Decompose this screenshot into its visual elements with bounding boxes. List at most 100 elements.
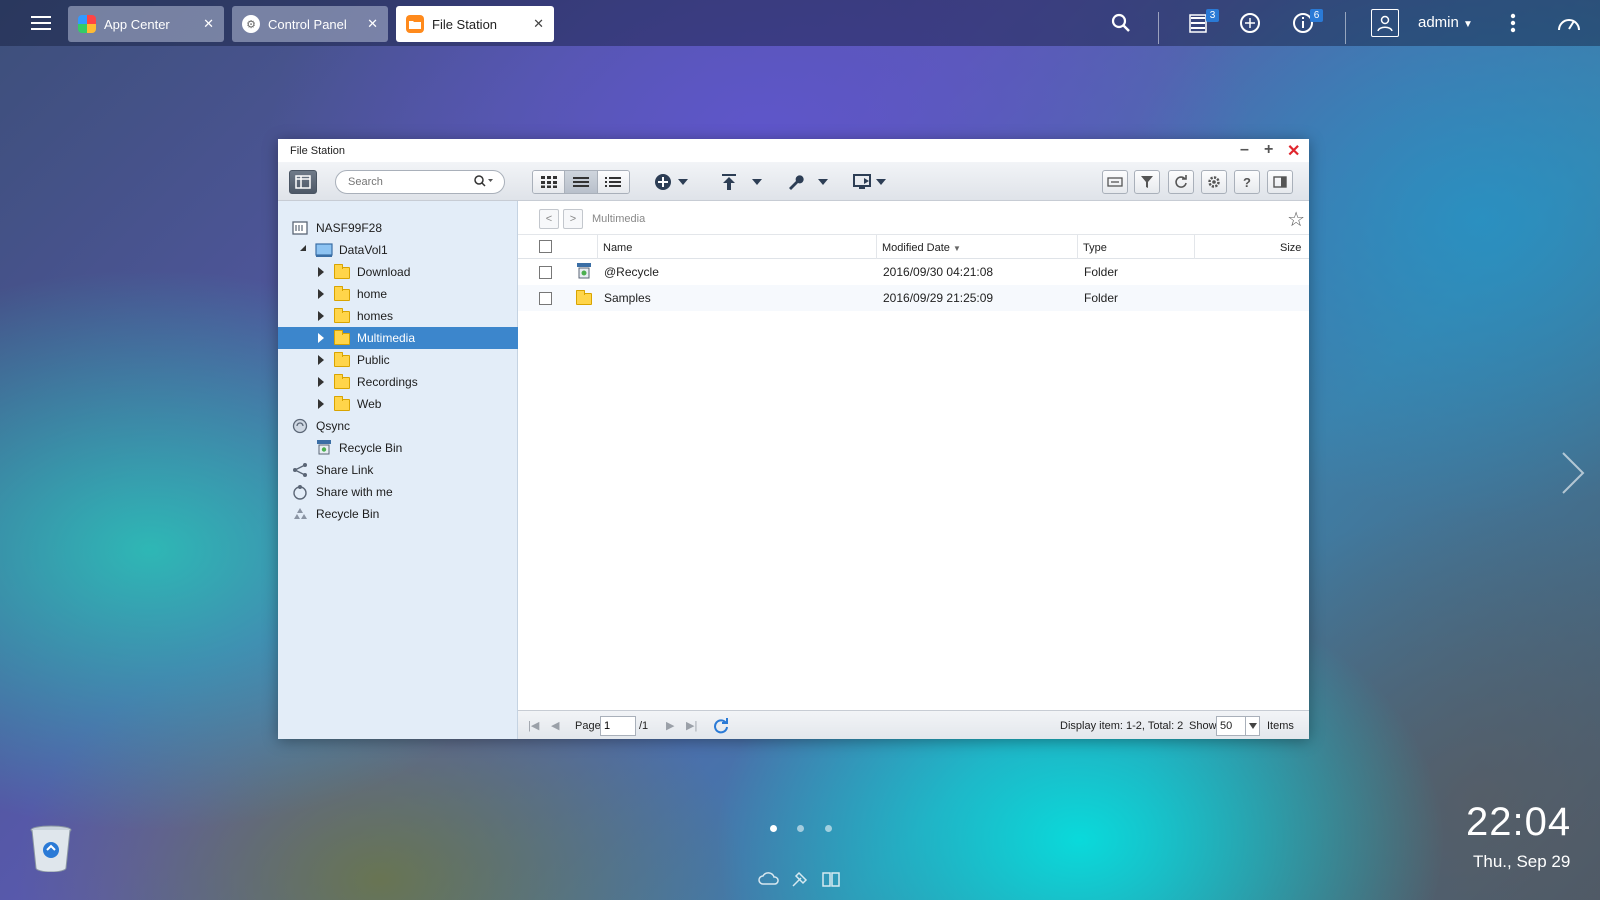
tree-item-datavol1[interactable]: DataVol1: [278, 239, 518, 261]
table-row[interactable]: @Recycle 2016/09/30 04:21:08 Folder: [518, 259, 1309, 285]
page-input[interactable]: [600, 716, 636, 736]
more-options-icon[interactable]: [1501, 11, 1525, 35]
list-view-button[interactable]: [565, 171, 598, 193]
folder-icon: [406, 15, 424, 33]
refresh-icon[interactable]: [713, 718, 729, 734]
page-dot[interactable]: [797, 825, 804, 832]
tree-item-recordings[interactable]: Recordings: [278, 371, 518, 393]
tree-item-web[interactable]: Web: [278, 393, 518, 415]
tab-app-center[interactable]: App Center ✕: [68, 6, 224, 42]
tree-item-qsync-recycle-bin[interactable]: Recycle Bin: [278, 437, 518, 459]
tree-item-home[interactable]: home: [278, 283, 518, 305]
toggle-sidebar-button[interactable]: [289, 170, 317, 194]
thumbnail-view-button[interactable]: [533, 171, 566, 193]
expand-arrow-icon[interactable]: [318, 267, 324, 277]
page-dot[interactable]: [825, 825, 832, 832]
back-button[interactable]: <: [539, 209, 559, 229]
expand-arrow-icon[interactable]: [318, 377, 324, 387]
cloud-icon[interactable]: [758, 872, 780, 886]
tab-control-panel[interactable]: ⚙ Control Panel ✕: [232, 6, 388, 42]
tree-item-share-with-me[interactable]: Share with me: [278, 481, 518, 503]
expand-arrow-icon[interactable]: [318, 311, 324, 321]
user-menu[interactable]: admin ▼: [1418, 14, 1473, 31]
create-button[interactable]: [654, 172, 688, 192]
search-input[interactable]: [348, 176, 466, 188]
close-icon[interactable]: ✕: [203, 16, 214, 32]
expand-arrow-icon[interactable]: [318, 399, 324, 409]
search-field[interactable]: [335, 170, 505, 194]
expand-arrow-icon[interactable]: [318, 333, 324, 343]
tree-label: Qsync: [316, 419, 351, 433]
divider: [1158, 12, 1159, 44]
tools-icon[interactable]: [791, 870, 809, 888]
book-icon[interactable]: [822, 870, 840, 888]
select-all-checkbox[interactable]: [539, 240, 552, 253]
star-icon[interactable]: ☆: [1287, 207, 1305, 232]
wrench-icon: [789, 175, 804, 190]
expand-arrow-icon[interactable]: [318, 289, 324, 299]
show-label: Show: [1189, 720, 1217, 732]
column-modified-date[interactable]: Modified Date ▼: [882, 242, 961, 254]
chevron-right-icon: >: [569, 213, 577, 225]
external-device-icon[interactable]: [1238, 11, 1262, 35]
file-type: Folder: [1084, 265, 1119, 279]
table-row[interactable]: Samples 2016/09/29 21:25:09 Folder: [518, 285, 1309, 311]
tree-label: Recycle Bin: [339, 441, 403, 455]
remote-mount-button[interactable]: [1102, 170, 1128, 194]
tab-label: File Station: [432, 16, 498, 32]
info-panel-button[interactable]: [1267, 170, 1293, 194]
tools-button[interactable]: [786, 172, 828, 192]
user-avatar-icon[interactable]: [1371, 9, 1399, 37]
maximize-icon[interactable]: +: [1264, 141, 1273, 159]
background-tasks-icon[interactable]: 3: [1187, 9, 1219, 35]
info-icon[interactable]: 6: [1291, 9, 1323, 35]
row-checkbox[interactable]: [539, 292, 552, 305]
window-titlebar[interactable]: File Station – + ✕: [278, 139, 1309, 162]
share-button[interactable]: [853, 172, 886, 192]
tree-item-download[interactable]: Download: [278, 261, 518, 283]
recycle-bin-icon: [577, 263, 591, 279]
row-checkbox[interactable]: [539, 266, 552, 279]
minimize-icon[interactable]: –: [1240, 141, 1249, 159]
tree-item-nas[interactable]: NASF99F28: [278, 217, 518, 239]
next-page-icon[interactable]: ▶: [666, 719, 674, 732]
close-icon[interactable]: ✕: [367, 16, 378, 32]
column-type[interactable]: Type: [1083, 242, 1107, 254]
tree-item-recycle-bin[interactable]: Recycle Bin: [278, 503, 518, 525]
tree-item-qsync[interactable]: Qsync: [278, 415, 518, 437]
modified-date: 2016/09/29 21:25:09: [883, 291, 994, 305]
tree-item-homes[interactable]: homes: [278, 305, 518, 327]
detail-view-button[interactable]: [597, 171, 629, 193]
filter-button[interactable]: [1134, 170, 1160, 194]
tree-item-share-link[interactable]: Share Link: [278, 459, 518, 481]
column-name[interactable]: Name: [603, 242, 632, 254]
page-dot[interactable]: [770, 825, 777, 832]
tree-item-public[interactable]: Public: [278, 349, 518, 371]
server-icon: [292, 221, 308, 235]
upload-button[interactable]: [720, 172, 762, 192]
tree-item-multimedia[interactable]: Multimedia: [278, 327, 518, 349]
close-icon[interactable]: ✕: [1287, 141, 1300, 161]
tab-file-station[interactable]: File Station ✕: [396, 6, 554, 42]
sidebar-icon: [295, 175, 311, 189]
help-button[interactable]: ?: [1234, 170, 1260, 194]
folder-icon: [576, 290, 592, 305]
expand-arrow-icon[interactable]: [318, 355, 324, 365]
search-options-icon[interactable]: [474, 175, 494, 190]
first-page-icon[interactable]: |◀: [528, 719, 539, 732]
forward-button[interactable]: >: [563, 209, 583, 229]
prev-page-icon[interactable]: ◀: [551, 719, 559, 732]
sort-desc-icon: ▼: [952, 244, 961, 253]
last-page-icon[interactable]: ▶|: [686, 719, 697, 732]
search-icon[interactable]: [1109, 11, 1133, 35]
notification-badge: 3: [1206, 9, 1219, 22]
next-desktop-arrow[interactable]: [1561, 451, 1587, 498]
refresh-button[interactable]: [1168, 170, 1194, 194]
close-icon[interactable]: ✕: [533, 16, 544, 32]
volume-icon: [315, 243, 333, 257]
recycle-bin-icon: [317, 440, 331, 455]
page-size-select[interactable]: 50: [1216, 716, 1260, 736]
dashboard-icon[interactable]: [1555, 11, 1583, 35]
settings-button[interactable]: [1201, 170, 1227, 194]
column-size[interactable]: Size: [1280, 242, 1301, 254]
